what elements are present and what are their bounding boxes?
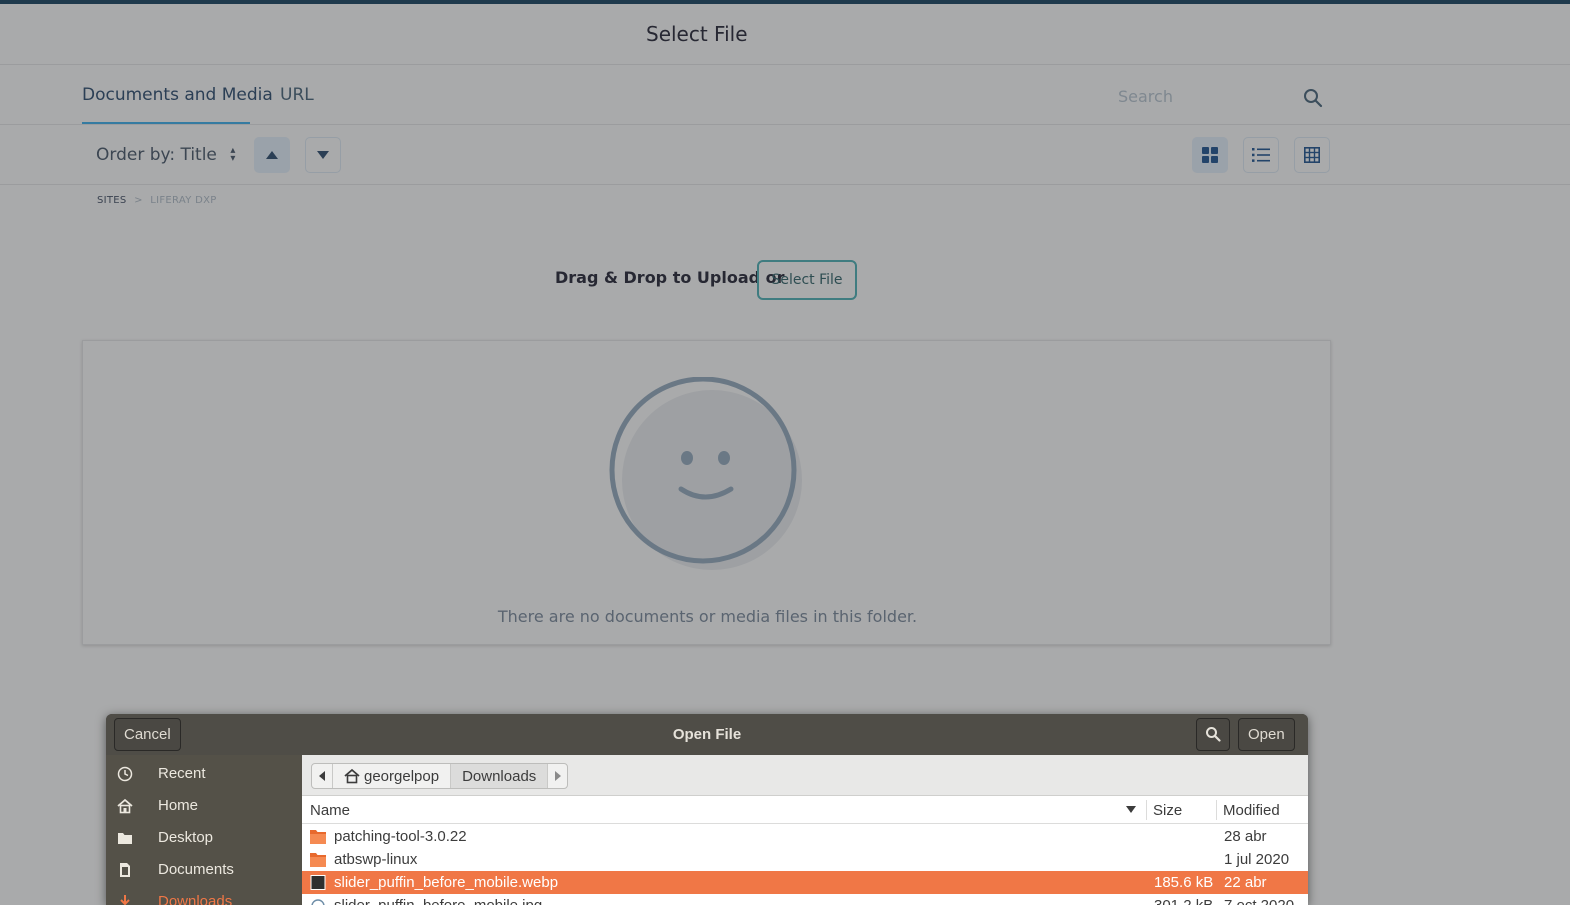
column-name[interactable]: Name [310, 802, 350, 819]
image-file-icon [310, 875, 326, 890]
chevron-right-icon [554, 771, 561, 781]
place-desktop[interactable]: Desktop [106, 822, 302, 854]
place-downloads[interactable]: Downloads [106, 886, 302, 905]
dialog-title: Open File [672, 726, 742, 743]
path-forward-button[interactable] [547, 764, 567, 788]
list-icon [1252, 148, 1270, 162]
file-name: slider_puffin_before_mobile.webp [334, 874, 559, 891]
sort-ascending-button[interactable] [254, 137, 290, 173]
file-modified: 7 oct 2020 [1224, 897, 1294, 905]
file-modified: 28 abr [1224, 828, 1267, 845]
file-modified: 1 jul 2020 [1224, 851, 1290, 868]
caret-up-icon [266, 151, 278, 159]
search-icon [1206, 727, 1221, 742]
view-cards-button[interactable] [1192, 137, 1228, 173]
order-by-dropdown[interactable]: Order by: Title ▴ ▾ [96, 145, 235, 165]
path-bar: georgelpop Downloads [302, 755, 1308, 796]
place-home[interactable]: Home [106, 790, 302, 822]
empty-state-message: There are no documents or media files in… [497, 607, 918, 626]
file-row[interactable]: slider_puffin_before_mobile.jpg 301.2 kB… [302, 894, 1308, 905]
breadcrumb-current: LIFERAY DXP [150, 195, 217, 206]
open-button[interactable]: Open [1238, 718, 1295, 751]
file-size: 185.6 kB [1154, 874, 1214, 891]
download-icon [120, 895, 130, 905]
file-modified: 22 abr [1224, 874, 1267, 891]
file-name: slider_puffin_before_mobile.jpg [334, 897, 542, 905]
file-row-selected[interactable]: slider_puffin_before_mobile.webp 185.6 k… [302, 871, 1308, 894]
places-sidebar: Recent Home Desktop Documents Downloads [106, 755, 302, 905]
file-row[interactable]: atbswp-linux 1 jul 2020 [302, 848, 1308, 871]
column-divider[interactable] [1146, 800, 1147, 820]
column-modified[interactable]: Modified [1223, 802, 1280, 819]
folder-icon [310, 830, 326, 844]
place-label: Downloads [158, 893, 233, 905]
management-toolbar: Order by: Title ▴ ▾ [0, 125, 1570, 185]
path-segment-label: Downloads [462, 767, 537, 785]
search-icon[interactable] [1302, 87, 1324, 109]
order-by-label: Order by: Title [96, 145, 217, 165]
path-segment-home[interactable]: georgelpop [332, 764, 450, 788]
folder-icon [118, 833, 132, 844]
upload-prompt: Drag & Drop to Upload or [555, 268, 785, 287]
place-label: Home [158, 797, 199, 814]
place-label: Desktop [158, 829, 214, 846]
breadcrumb: SITES > LIFERAY DXP [97, 195, 217, 206]
path-back-button[interactable] [312, 764, 332, 788]
smiley-face-icon [609, 377, 802, 570]
open-file-dialog: Cancel Open File Open Recent Home Deskto… [106, 714, 1308, 905]
dialog-search-button[interactable] [1196, 718, 1230, 751]
modal-header: Select File [0, 4, 1570, 65]
cards-grid-icon [1202, 147, 1218, 163]
home-icon [344, 768, 360, 784]
path-buttons: georgelpop Downloads [311, 763, 569, 789]
breadcrumb-sites[interactable]: SITES [97, 195, 127, 206]
image-file-icon [311, 899, 325, 905]
place-documents[interactable]: Documents [106, 854, 302, 886]
column-headers: Name Size Modified [302, 796, 1308, 824]
chevron-left-icon [319, 771, 325, 781]
path-segment-downloads[interactable]: Downloads [450, 764, 548, 788]
active-tab-indicator [82, 122, 250, 124]
file-size: 301.2 kB [1154, 897, 1213, 905]
view-table-button[interactable] [1294, 137, 1330, 173]
place-label: Documents [158, 861, 234, 878]
file-browser: georgelpop Downloads Name Size Modified [302, 755, 1308, 905]
select-file-button[interactable]: Select File [757, 260, 857, 300]
search-input[interactable] [1110, 81, 1330, 111]
sort-down-icon [1126, 806, 1136, 813]
place-recent[interactable]: Recent [106, 758, 302, 790]
tab-documents-and-media[interactable]: Documents and Media [82, 85, 273, 105]
tab-url[interactable]: URL [280, 85, 314, 105]
clock-icon [117, 766, 133, 782]
caret-double-icon: ▴ ▾ [230, 145, 236, 164]
place-label: Recent [158, 765, 206, 782]
dialog-header: Cancel Open File Open [106, 714, 1308, 755]
table-icon [1304, 147, 1320, 163]
sort-descending-button[interactable] [305, 137, 341, 173]
home-icon [117, 798, 133, 814]
folder-icon [310, 853, 326, 867]
file-name: atbswp-linux [334, 851, 418, 868]
breadcrumb-separator-icon: > [134, 195, 143, 206]
caret-down-icon [317, 151, 329, 159]
empty-state-panel: There are no documents or media files in… [82, 340, 1331, 645]
file-row[interactable]: patching-tool-3.0.22 28 abr [302, 825, 1308, 848]
view-list-button[interactable] [1243, 137, 1279, 173]
column-size[interactable]: Size [1153, 802, 1182, 819]
modal-title: Select File [646, 22, 748, 46]
file-name: patching-tool-3.0.22 [334, 828, 467, 845]
document-icon [120, 863, 130, 877]
column-divider[interactable] [1216, 800, 1217, 820]
path-segment-label: georgelpop [364, 767, 440, 785]
tab-navbar: Documents and Media URL [0, 65, 1570, 125]
